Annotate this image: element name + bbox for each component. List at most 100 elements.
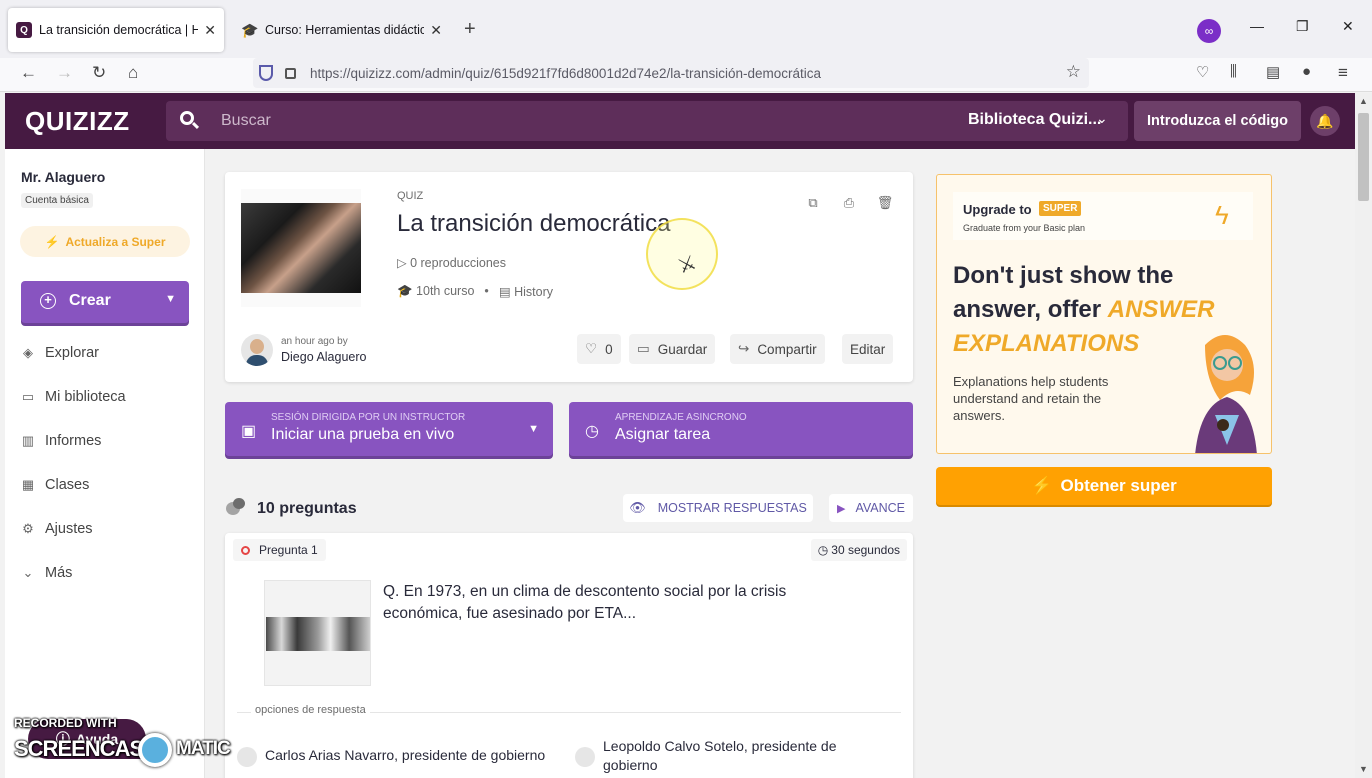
question-count: 10 preguntas [257,500,357,517]
quiz-type-label: QUIZ [397,190,424,202]
account-icon[interactable]: ● [1302,63,1311,80]
sidebar-item-explorar[interactable]: ◈ Explorar [20,345,99,361]
chevron-down-icon[interactable]: ⌄ [1096,110,1108,127]
like-button[interactable]: ♡ 0 [577,334,621,364]
tab-title: Curso: Herramientas didácticas [265,23,425,37]
search-input[interactable]: Buscar [221,112,271,130]
scroll-down-icon[interactable]: ▼ [1359,764,1368,774]
browser-tab-quiz[interactable]: Q La transición democrática | Hist ✕ [8,8,224,52]
grade-icon: 🎓 [397,284,417,298]
close-tab-icon[interactable]: ✕ [204,22,216,39]
quizizz-icon: Q [16,22,32,38]
grade-label: 10th curso [416,284,475,298]
print-icon[interactable]: ⎙ [835,192,863,214]
library-select[interactable]: Biblioteca Quizi... [968,111,1101,129]
enter-code-button[interactable]: Introduzca el código [1134,101,1301,141]
shield-icon[interactable] [259,65,273,81]
sidebar-item-label: Mi biblioteca [45,389,126,405]
options-label-text: opciones de respuesta [251,704,370,716]
sidebar-icon[interactable]: ▤ [1266,63,1280,81]
browser-tab-course[interactable]: 🎓 Curso: Herramientas didácticas ✕ [234,8,450,52]
sidebar-item-label: Clases [45,477,90,493]
upgrade-super-button[interactable]: ⚡ Actualiza a Super [20,226,190,257]
get-super-button[interactable]: ⚡ Obtener super [936,467,1272,505]
share-label: Compartir [757,341,817,357]
preview-label: AVANCE [855,501,906,515]
assign-homework-button[interactable]: ◷ APRENDIZAJE ASINCRONO Asignar tarea [569,402,913,456]
plays-count: 0 reproducciones [410,256,506,270]
close-window-icon[interactable]: ✕ [1342,18,1354,35]
quiz-meta: 🎓 10th curso • ▤ History [397,284,553,299]
sidebar-item-mi-biblioteca[interactable]: ▭ Mi biblioteca [20,389,126,405]
sidebar-item-ajustes[interactable]: ⚙ Ajustes [20,521,92,537]
scrollbar-thumb[interactable] [1358,113,1369,201]
save-button[interactable]: ▭ Guardar [629,334,716,364]
create-button[interactable]: + Crear ▼ [21,281,189,323]
caret-down-icon[interactable]: ▼ [165,293,176,305]
reload-icon[interactable]: ↻ [92,63,106,83]
library-icon[interactable]: ⫼ [1230,63,1237,80]
compass-icon: ◈ [23,345,33,360]
super-promo-card[interactable]: Upgrade to SUPER Graduate from your Basi… [936,174,1272,454]
chevron-down-icon: ⌄ [22,565,34,580]
book-icon: ▤ [498,285,515,299]
author-name[interactable]: Diego Alaguero [281,350,366,364]
edit-button[interactable]: Editar [842,334,894,364]
bell-icon[interactable]: 🔔 [1310,106,1340,136]
folder-icon: ▭ [637,341,650,356]
question-number: Pregunta 1 [259,543,318,557]
close-tab-icon[interactable]: ✕ [430,22,442,39]
promo-illustration [1195,335,1257,453]
quiz-cover-image [241,203,361,293]
back-icon[interactable]: ← [20,63,37,83]
question-number-badge: Pregunta 1 [233,539,326,561]
lock-icon[interactable] [285,67,296,79]
help-button[interactable]: ⓘ Ayuda [28,719,146,759]
async-sub-label: APRENDIZAJE ASINCRONO [615,412,747,423]
new-tab-button[interactable]: + [464,18,476,41]
menu-icon[interactable]: ≡ [1338,63,1348,83]
scroll-up-icon[interactable]: ▲ [1359,96,1368,106]
browser-tab-strip: Q La transición democrática | Hist ✕ 🎓 C… [0,0,1372,58]
question-image[interactable] [264,580,371,686]
caret-down-icon[interactable]: ▼ [528,423,539,435]
question-photo [266,617,370,651]
quiz-title: La transición democrática [397,210,671,237]
start-live-quiz-button[interactable]: ▣ SESIÓN DIRIGIDA POR UN INSTRUCTOR Inic… [225,402,553,456]
url-text[interactable]: https://quizizz.com/admin/quiz/615d921f7… [310,66,821,81]
forward-icon[interactable]: → [56,63,73,83]
folder-icon: ▭ [21,389,35,404]
user-name[interactable]: Mr. Alaguero [21,169,105,185]
play-icon: ▶ [836,502,846,515]
bolt-icon: ϟ [1215,200,1229,230]
preview-button[interactable]: ▶ AVANCE [829,494,913,522]
option-indicator [575,747,595,767]
sidebar-item-clases[interactable]: ▦ Clases [20,477,89,493]
share-button[interactable]: ↪ Compartir [730,334,825,364]
question-type-icon [241,545,250,555]
sidebar-item-informes[interactable]: ▥ Informes [20,433,102,449]
minimize-icon[interactable]: — [1250,18,1264,34]
restore-icon[interactable]: ❐ [1296,18,1309,35]
async-main-label: Asignar tarea [615,426,711,443]
search-bar[interactable]: Buscar Biblioteca Quizi... ⌄ [166,101,1128,141]
sidebar-item-mas[interactable]: ⌄ Más [20,565,73,581]
create-label: Crear [69,292,111,309]
sidebar: Mr. Alaguero Cuenta básica ⚡ Actualiza a… [5,149,205,778]
trash-icon[interactable]: 🗑 [871,192,899,214]
copy-icon[interactable]: ⧉ [799,192,827,214]
show-answers-button[interactable]: 👁 MOSTRAR RESPUESTAS [623,494,813,522]
bolt-icon: ⚡ [1031,476,1053,495]
separator-dot: • [484,284,489,298]
author-avatar[interactable] [241,334,273,366]
url-bar[interactable]: https://quizizz.com/admin/quiz/615d921f7… [253,58,1089,88]
option-text: Leopoldo Calvo Sotelo, presidente de gob… [603,738,837,773]
quiz-tools: ⧉ ⎙ 🗑 [799,192,899,214]
quizizz-logo[interactable]: QUIZIZZ [25,106,130,137]
home-icon[interactable]: ⌂ [128,63,138,83]
private-mask-icon[interactable]: ∞ [1197,19,1221,43]
bookmark-star-icon[interactable]: ☆ [1066,62,1081,82]
page-scrollbar[interactable]: ▲ ▼ [1355,93,1372,778]
edit-label: Editar [850,341,886,357]
pocket-icon[interactable]: ♡ [1196,63,1209,81]
